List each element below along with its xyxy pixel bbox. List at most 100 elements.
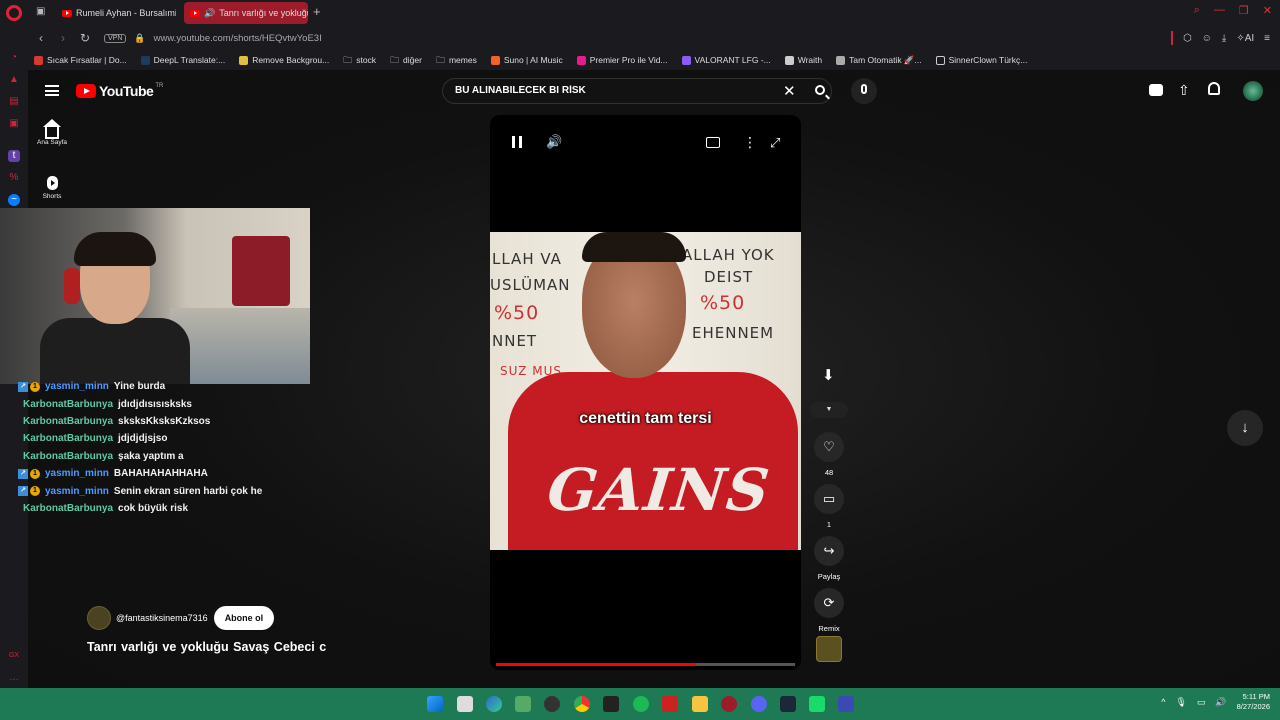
shorts-player[interactable]: LLAH VA ALLAH YOK DEIST USLÜMAN %50 %50 … — [490, 115, 801, 670]
opera-gx-logo-icon[interactable] — [6, 5, 22, 21]
valorant-icon[interactable] — [603, 696, 619, 712]
bookmark-item[interactable]: DeepL Translate:... — [140, 55, 225, 65]
messenger-icon[interactable]: ~ — [8, 194, 20, 206]
opera-gx-taskbar-icon[interactable] — [721, 696, 737, 712]
chat-username[interactable]: KarbonatBarbunya — [23, 399, 113, 410]
search-tabs-icon[interactable]: ⌕ — [1194, 4, 1200, 17]
bookmark-item[interactable]: 🗀 memes — [436, 55, 477, 65]
video-title[interactable]: Tanrı varlığı ve yokluğu Savaş Cebeci c — [87, 640, 326, 654]
task-view-icon[interactable] — [457, 696, 473, 712]
gx-icon[interactable]: GX — [8, 650, 20, 662]
download-icon[interactable]: ⤓ — [1222, 33, 1226, 44]
reload-icon[interactable]: ↻ — [76, 31, 94, 45]
discord-icon[interactable] — [751, 696, 767, 712]
minimize-button[interactable]: — — [1214, 4, 1225, 17]
dropdown-chevron-icon[interactable]: ▼ — [810, 402, 848, 418]
bookmark-item[interactable]: 🗀 stock — [343, 55, 376, 65]
file-explorer-icon[interactable] — [692, 696, 708, 712]
search-icon[interactable] — [815, 85, 825, 95]
clock[interactable]: 5:11 PM 8/27/2026 — [1237, 692, 1270, 712]
like-button[interactable]: ♡ 48 — [814, 432, 844, 477]
display-icon[interactable]: ▭ — [1197, 697, 1206, 708]
chat-username[interactable]: KarbonatBarbunya — [23, 416, 113, 427]
edge-icon[interactable] — [486, 696, 502, 712]
lock-icon[interactable]: 🔒 — [134, 33, 145, 44]
chat-username[interactable]: KarbonatBarbunya — [23, 433, 113, 444]
spotify-icon[interactable] — [633, 696, 649, 712]
upload-icon[interactable]: ⇧ — [1178, 82, 1190, 99]
extensions-icon[interactable]: ⬡ — [1183, 33, 1192, 44]
chat-username[interactable]: KarbonatBarbunya — [23, 451, 113, 462]
twitch-icon[interactable]: t — [8, 150, 20, 162]
youtube-logo[interactable]: YouTube TR — [76, 83, 163, 99]
bookmark-item[interactable]: Suno | AI Music — [490, 55, 563, 65]
subscribe-button[interactable]: Abone ol — [213, 606, 275, 630]
remix-button[interactable]: ⟳ Remix — [814, 588, 844, 633]
minecraft-icon[interactable] — [515, 696, 531, 712]
more-vert-icon[interactable]: ⋮ — [743, 135, 757, 149]
ai-button[interactable]: ✧AI — [1236, 33, 1254, 44]
tab-tanri-varligi[interactable]: 🔊 Tanrı varlığı ve yokluğu — [184, 2, 308, 24]
pause-icon[interactable] — [512, 136, 522, 148]
close-button[interactable]: ✕ — [1263, 4, 1272, 17]
speaker-icon[interactable]: 🔊 — [204, 8, 215, 19]
tray-chevron-icon[interactable]: ^ — [1161, 697, 1165, 707]
sidebar-item-home[interactable]: Ana Sayfa — [28, 119, 76, 146]
next-short-button[interactable]: ↓ — [1227, 410, 1263, 446]
bookmark-item[interactable]: Wraith — [784, 55, 822, 65]
percent-icon[interactable]: % — [8, 172, 20, 184]
sidebar-item-shorts[interactable]: Shorts — [28, 176, 76, 200]
maximize-button[interactable]: ❐ — [1239, 4, 1249, 17]
search-input[interactable] — [455, 85, 755, 96]
start-icon[interactable] — [427, 696, 443, 712]
steam-icon[interactable] — [780, 696, 796, 712]
forward-icon[interactable]: › — [54, 31, 72, 45]
tab-overview-icon[interactable]: ▣ — [36, 6, 45, 17]
chat-username[interactable]: KarbonatBarbunya — [23, 503, 113, 514]
chrome-icon[interactable] — [574, 696, 590, 712]
gx-control-icon[interactable]: ▲ — [8, 74, 20, 86]
obs-icon[interactable] — [544, 696, 560, 712]
volume-tray-icon[interactable]: 🔊 — [1215, 697, 1226, 708]
bookmark-item[interactable]: Sıcak Fırsatlar | Do... — [34, 55, 127, 65]
avatar[interactable] — [1243, 81, 1263, 101]
microphone-tray-icon[interactable]: 🎙 — [1175, 697, 1186, 708]
vegas-icon[interactable] — [662, 696, 678, 712]
create-icon[interactable] — [1149, 84, 1163, 96]
ea-app-icon[interactable] — [838, 696, 854, 712]
bookmark-item[interactable]: VALORANT LFG -... — [681, 55, 771, 65]
more-icon[interactable]: … — [8, 672, 20, 684]
progress-bar[interactable] — [496, 663, 795, 666]
channel-avatar[interactable] — [87, 606, 111, 630]
bookmark-item[interactable]: Remove Backgrou... — [239, 55, 329, 65]
menu-hamburger-icon[interactable] — [45, 85, 59, 96]
chat-username[interactable]: yasmin_minn — [45, 486, 109, 497]
chat-username[interactable]: yasmin_minn — [45, 381, 109, 392]
bookmark-item[interactable]: SinnerClown Türkç... — [935, 55, 1027, 65]
bookmark-item[interactable]: Premier Pro ile Vid... — [576, 55, 668, 65]
voice-search-button[interactable] — [851, 78, 877, 104]
comment-button[interactable]: ▭ 1 — [814, 484, 844, 529]
back-icon[interactable]: ‹ — [32, 31, 50, 45]
whatsapp-icon[interactable] — [809, 696, 825, 712]
menu-icon[interactable]: ≡ — [1264, 33, 1270, 44]
share-button[interactable]: ↪ Paylaş — [814, 536, 844, 581]
captions-icon[interactable] — [706, 137, 720, 148]
url-field[interactable]: www.youtube.com/shorts/HEQvtwYoE3I — [154, 33, 322, 44]
bookmark-item[interactable]: Tam Otomatik 🚀... — [836, 55, 922, 66]
channel-handle[interactable]: @fantastiksinema7316 — [116, 613, 208, 623]
bookmark-item[interactable]: 🗀 diğer — [390, 55, 422, 65]
clear-search-icon[interactable]: ✕ — [783, 82, 796, 100]
notifications-bell-icon[interactable] — [1208, 82, 1220, 95]
chat-username[interactable]: yasmin_minn — [45, 468, 109, 479]
player-icon[interactable]: ▣ — [8, 118, 20, 130]
fullscreen-icon[interactable]: ⤢ — [770, 135, 780, 151]
profile-icon[interactable]: ☺ — [1202, 33, 1212, 44]
download-arrow-icon[interactable]: ⬇ — [822, 366, 835, 384]
gx-corner-icon[interactable]: ▤ — [8, 96, 20, 108]
sound-thumbnail[interactable] — [816, 636, 842, 662]
tab-rumeli-ayhan[interactable]: Rumeli Ayhan - Bursalımis — [56, 2, 176, 24]
volume-icon[interactable]: 🔊 — [546, 134, 562, 150]
vpn-badge[interactable]: VPN — [104, 33, 127, 43]
new-tab-button[interactable]: + — [313, 4, 321, 19]
